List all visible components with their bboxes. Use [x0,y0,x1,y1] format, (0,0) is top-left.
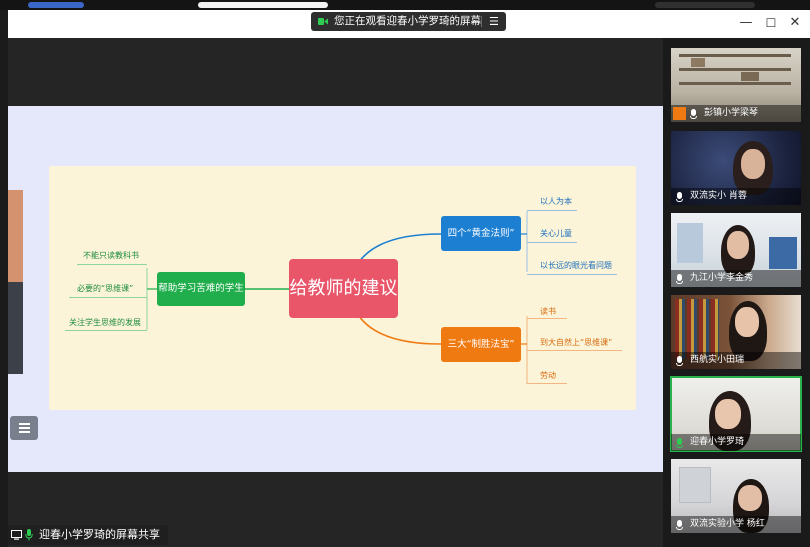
mindmap-top-branch[interactable]: 四个“黄金法则” [441,216,521,251]
participant-name-bar: 彭镇小学梁琴 [671,105,801,122]
leaf-underline [77,264,147,265]
mic-muted-icon [690,109,697,119]
list-icon-line [19,431,30,433]
maximize-button[interactable]: ☐ [762,14,780,32]
leaf-underline [69,297,147,298]
mindmap-left-branch[interactable]: 帮助学习苦难的学生 [157,272,245,306]
participant-face [727,231,749,259]
mic-icon [25,529,33,541]
mindmap-leaf[interactable]: 以长远的眼光看问题 [540,260,612,271]
banner-text: 您正在观看迎春小学罗琦的屏幕 [334,15,481,27]
participant-face [738,485,762,511]
participant-name: 九江小学李金秀 [690,273,754,283]
mic-icon [676,356,683,366]
participant-tile[interactable]: 彭镇小学梁琴 [671,48,801,122]
mindmap-leaf[interactable]: 必要的“思维课” [77,283,133,294]
mindmap-leaf[interactable]: 以人为本 [540,196,572,207]
participant-name-bar: 西航实小田瑞 [671,352,801,369]
video-books [691,58,705,67]
video-bookshelf [675,299,719,359]
avatar-icon [673,107,686,120]
outer-background-strip [0,0,810,10]
slide-thumbnail-strip [8,282,23,374]
minimize-button[interactable]: — [737,14,755,32]
video-chair [769,237,797,269]
video-frame [679,467,711,503]
participant-name: 双流实验小学 杨红 [690,519,765,529]
background-window-tab [28,2,84,8]
monitor-icon [11,530,22,540]
banner-divider [481,16,482,27]
mic-speaking-icon [676,438,683,448]
outline-toggle-button[interactable] [10,416,38,440]
participant-tile-active[interactable]: 迎春小学罗琦 [670,376,802,452]
leaf-underline [527,210,577,211]
participant-tile[interactable]: 西航实小田瑞 [671,295,801,369]
mindmap-leaf[interactable]: 到大自然上“思维课” [540,337,612,348]
mindmap-leaf[interactable]: 不能只读教科书 [83,250,139,261]
list-icon [19,423,30,425]
video-shelf [679,54,791,57]
mic-icon [676,274,683,284]
camera-icon [318,18,328,25]
screen-share-label: 迎春小学罗琦的屏幕共享 [8,525,168,545]
leaf-underline [527,383,567,384]
slide-thumbnail-strip [8,190,23,282]
video-shelf [679,82,791,85]
participant-face [741,149,765,179]
participant-name: 迎春小学罗琦 [690,437,745,447]
list-icon-line [19,427,30,429]
video-books [741,72,759,81]
participant-name-bar: 双流实验小学 杨红 [671,516,801,533]
share-label-text: 迎春小学罗琦的屏幕共享 [39,528,160,541]
participant-name-bar: 双流实小 肖蓉 [671,188,801,205]
leaf-underline [527,242,577,243]
mindmap-leaf[interactable]: 关注学生思维的发展 [69,317,141,328]
video-window [677,223,703,263]
mindmap-leaf[interactable]: 劳动 [540,370,556,381]
leaf-underline [65,330,147,331]
video-shelf [679,68,791,71]
participant-tile[interactable]: 双流实验小学 杨红 [671,459,801,533]
mindmap-canvas: 给教师的建议 帮助学习苦难的学生 四个“黄金法则” 三大“制胜法宝” 不能只读教… [49,166,636,410]
leaf-underline [527,274,617,275]
stage-top-bar [8,38,663,106]
participant-name-bar: 九江小学李金秀 [671,270,801,287]
participant-tile[interactable]: 双流实小 肖蓉 [671,131,801,205]
menu-icon[interactable]: ☰ [489,12,499,31]
leaf-underline [527,318,567,319]
mic-icon [676,520,683,530]
leaf-underline [527,350,622,351]
close-button[interactable]: ✕ [786,14,804,32]
mic-muted-icon [676,192,683,202]
participant-face [715,399,741,429]
mindmap-leaf[interactable]: 读书 [540,306,556,317]
mindmap-center-node[interactable]: 给教师的建议 [289,259,398,318]
background-window-bar [198,2,328,8]
participant-name: 西航实小田瑞 [690,355,745,365]
mindmap-bottom-branch[interactable]: 三大“制胜法宝” [441,327,521,362]
participant-name-bar: 迎春小学罗琦 [671,434,801,451]
participant-name: 彭镇小学梁琴 [704,108,759,118]
participant-name: 双流实小 肖蓉 [690,191,747,201]
screen-share-banner[interactable]: 您正在观看迎春小学罗琦的屏幕 ☰ [311,12,506,31]
participant-tile[interactable]: 九江小学李金秀 [671,213,801,287]
mindmap-leaf[interactable]: 关心儿童 [540,228,572,239]
participant-face [735,307,759,337]
background-window-bar [655,2,755,8]
